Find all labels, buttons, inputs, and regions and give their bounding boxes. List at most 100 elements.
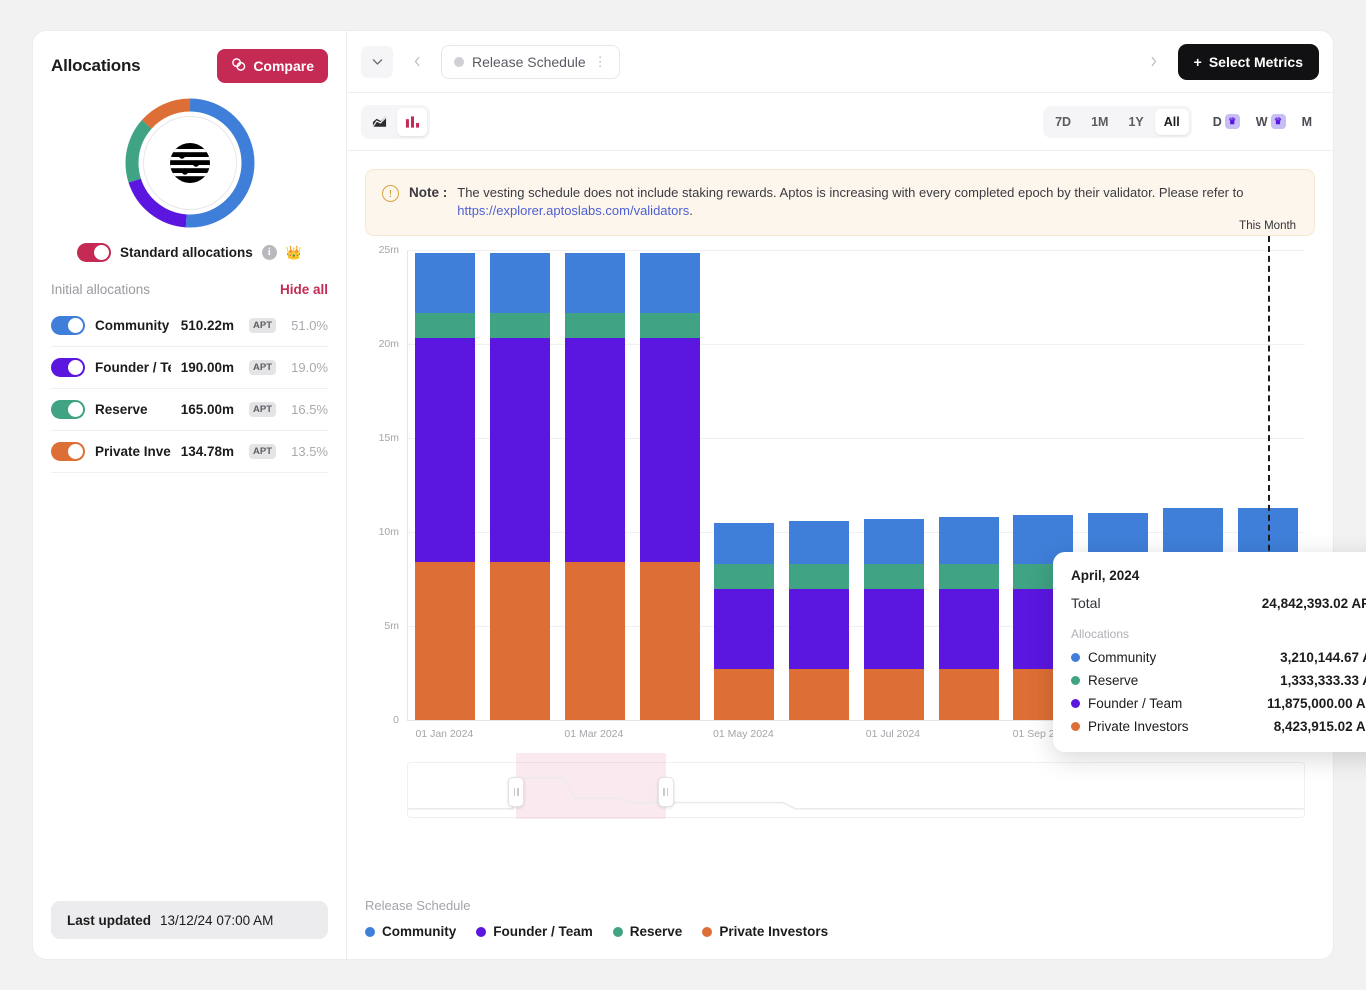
note-text: The vesting schedule does not include st…: [457, 184, 1298, 221]
main-panel: Release Schedule ⋮ + Select Metrics: [346, 30, 1334, 960]
chevron-right-icon[interactable]: [1138, 46, 1170, 78]
bar-segment: [415, 562, 475, 720]
range-button-1m[interactable]: 1M: [1082, 109, 1117, 135]
tab-label: Release Schedule: [472, 54, 586, 70]
tab-release-schedule[interactable]: Release Schedule ⋮: [441, 45, 620, 79]
bar-segment: [939, 517, 999, 564]
chart-tooltip: April, 2024 UTC + 00:00 Total 24,842,393…: [1053, 552, 1366, 752]
note-text-after: .: [689, 203, 693, 218]
allocation-toggle-community[interactable]: [51, 316, 85, 335]
list-item[interactable]: Community 510.22m APT 51.0%: [51, 305, 328, 347]
list-item[interactable]: Founder / Te... 190.00m APT 19.0%: [51, 347, 328, 389]
legend-dot-icon: [1071, 699, 1080, 708]
aptos-logo-icon: [168, 141, 212, 185]
granularity-button-daily[interactable]: D ♛: [1206, 109, 1247, 135]
legend-item-reserve[interactable]: Reserve: [613, 924, 683, 939]
bar-column[interactable]: [939, 517, 999, 720]
allocation-percent: 16.5%: [286, 402, 328, 417]
allocation-toggle-founder[interactable]: [51, 358, 85, 377]
legend-item-founder-team[interactable]: Founder / Team: [476, 924, 593, 939]
x-axis-tick-label: 01 Mar 2024: [564, 728, 623, 740]
bar-column[interactable]: [714, 523, 774, 720]
bar-segment: [490, 562, 550, 720]
allocations-sidebar: Allocations Compare: [32, 30, 346, 960]
granularity-button-monthly[interactable]: M: [1295, 109, 1319, 135]
bar-column[interactable]: [864, 519, 924, 720]
list-item[interactable]: Private Inve... 134.78m APT 13.5%: [51, 431, 328, 473]
bar-segment: [789, 669, 849, 720]
allocation-amount: 165.00m: [181, 402, 234, 417]
range-button-all[interactable]: All: [1155, 109, 1189, 135]
list-item[interactable]: Reserve 165.00m APT 16.5%: [51, 389, 328, 431]
compare-icon: [231, 57, 246, 75]
granularity-button-weekly[interactable]: W ♛: [1249, 109, 1293, 135]
allocation-amount: 510.22m: [181, 318, 234, 333]
chevron-down-icon[interactable]: [361, 46, 393, 78]
tooltip-row-name: Reserve: [1088, 673, 1280, 688]
legend-item-private-investors[interactable]: Private Investors: [702, 924, 828, 939]
tooltip-header: April, 2024 UTC + 00:00: [1071, 568, 1366, 583]
this-month-marker-label: This Month: [1239, 220, 1296, 232]
legend-dot-icon: [476, 927, 486, 937]
bar-segment: [864, 669, 924, 720]
note-link[interactable]: https://explorer.aptoslabs.com/validator…: [457, 203, 689, 218]
tooltip-total-label: Total: [1071, 595, 1101, 611]
bar-column[interactable]: [565, 253, 625, 720]
tooltip-row-name: Founder / Team: [1088, 696, 1267, 711]
allocation-toggle-private[interactable]: [51, 442, 85, 461]
allocations-list: Community 510.22m APT 51.0% Founder / Te…: [33, 305, 346, 473]
granularity-label: D: [1213, 115, 1222, 129]
legend-label: Reserve: [630, 924, 683, 939]
allocation-toggle-reserve[interactable]: [51, 400, 85, 419]
bar-segment: [490, 338, 550, 561]
chart-legend: Community Founder / Team Reserve Private…: [365, 924, 1315, 939]
page-title: Allocations: [51, 56, 140, 76]
select-metrics-label: Select Metrics: [1209, 54, 1303, 70]
legend-dot-icon: [1071, 653, 1080, 662]
brush-preview-line: [408, 763, 1304, 819]
bar-chart-icon[interactable]: [397, 108, 427, 136]
allocation-percent: 19.0%: [286, 360, 328, 375]
tooltip-allocations-label: Allocations: [1071, 627, 1366, 641]
tooltip-row-name: Private Investors: [1088, 719, 1274, 734]
brush-handle-left[interactable]: [508, 777, 524, 807]
bar-column[interactable]: [789, 521, 849, 720]
chevron-left-icon[interactable]: [401, 46, 433, 78]
range-button-1y[interactable]: 1Y: [1119, 109, 1152, 135]
legend-dot-icon: [1071, 722, 1080, 731]
allocation-percent: 51.0%: [286, 318, 328, 333]
crown-icon: 👑: [286, 246, 302, 259]
allocation-name: Reserve: [95, 402, 171, 417]
bar-column[interactable]: [415, 253, 475, 720]
bar-column[interactable]: [640, 253, 700, 720]
allocation-unit: APT: [249, 360, 276, 375]
bar-segment: [864, 589, 924, 669]
y-axis: 05m10m15m20m25m: [365, 250, 399, 720]
bar-segment: [789, 589, 849, 669]
legend-item-community[interactable]: Community: [365, 924, 456, 939]
compare-button[interactable]: Compare: [217, 49, 328, 83]
bar-segment: [789, 564, 849, 589]
app-root: Allocations Compare: [0, 0, 1366, 990]
standard-allocations-row: Standard allocations i 👑: [33, 243, 346, 262]
area-chart-icon[interactable]: [364, 108, 394, 136]
tooltip-row: Community 3,210,144.67 APT $54.74m: [1071, 650, 1366, 665]
bar-segment: [415, 253, 475, 313]
x-axis-tick-label: 01 Jan 2024: [415, 728, 473, 740]
y-axis-tick-label: 20m: [379, 338, 399, 350]
tooltip-row: Private Investors 8,423,915.02 APT $143.…: [1071, 719, 1366, 734]
brush-handle-right[interactable]: [658, 777, 674, 807]
bar-segment: [565, 338, 625, 561]
info-icon[interactable]: i: [262, 245, 277, 260]
standard-allocations-toggle[interactable]: [77, 243, 111, 262]
select-metrics-button[interactable]: + Select Metrics: [1178, 44, 1319, 80]
allocation-unit: APT: [249, 444, 276, 459]
bar-column[interactable]: [490, 253, 550, 720]
bar-segment: [640, 562, 700, 720]
legend-dot-icon: [613, 927, 623, 937]
kebab-menu-icon[interactable]: ⋮: [594, 55, 607, 68]
range-button-7d[interactable]: 7D: [1046, 109, 1080, 135]
chart-legend-area: Release Schedule Community Founder / Tea…: [347, 894, 1333, 959]
hide-all-button[interactable]: Hide all: [280, 282, 328, 297]
range-brush[interactable]: [407, 762, 1305, 818]
